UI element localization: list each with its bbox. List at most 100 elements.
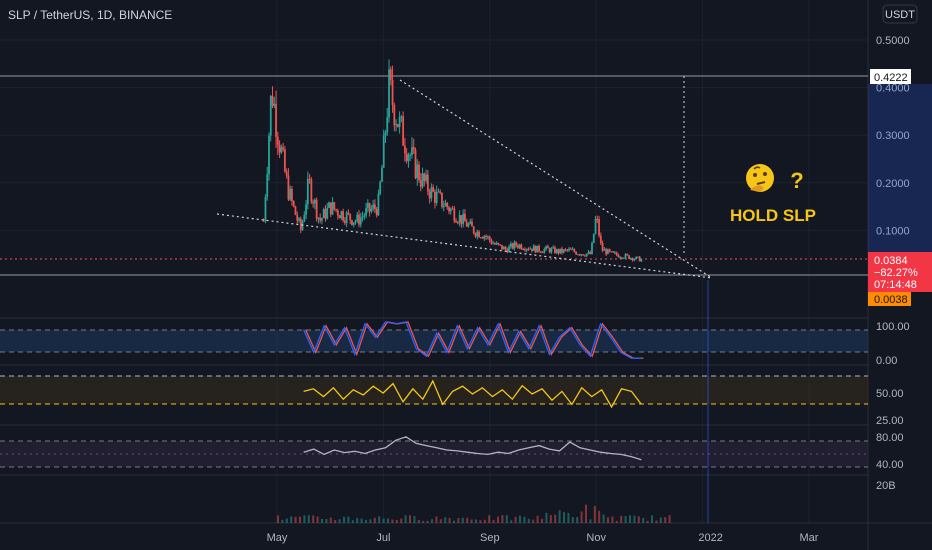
volume-bar: [624, 516, 627, 523]
candle-body: [336, 210, 339, 216]
annotation-text: HOLD SLP: [730, 206, 816, 225]
candle-body: [573, 249, 576, 252]
volume-bar: [488, 515, 491, 523]
time-tick-label: Nov: [586, 532, 606, 544]
candle-body: [264, 196, 267, 222]
candle-body: [310, 179, 313, 202]
lower-trendline[interactable]: [216, 213, 713, 279]
candle-body: [430, 187, 433, 199]
candle-body: [605, 249, 608, 255]
candle-body: [386, 117, 389, 133]
candle-body: [317, 217, 320, 219]
volume-bar: [391, 519, 394, 523]
volume-bar: [479, 520, 482, 523]
volume-bar: [373, 517, 376, 523]
candle-body: [437, 191, 440, 193]
candle-body: [278, 144, 281, 153]
candle-body: [412, 147, 415, 150]
candle-body: [610, 251, 613, 253]
candle-body: [497, 243, 500, 245]
candle-body: [518, 244, 521, 248]
candle-body: [395, 124, 397, 126]
candle-body: [405, 153, 408, 161]
volume-bar: [334, 520, 337, 523]
candle-body: [444, 202, 447, 207]
candle-body: [456, 222, 459, 224]
volume-bar: [637, 516, 640, 523]
candle-body: [619, 257, 622, 259]
candle-body: [529, 248, 532, 250]
candle-body: [269, 96, 272, 136]
volume-bar: [589, 519, 592, 523]
candle-body: [319, 217, 322, 221]
candle-body: [562, 249, 565, 253]
candle-body: [359, 217, 362, 225]
annotation[interactable]: ? HOLD SLP: [730, 164, 816, 225]
candle-body: [419, 180, 422, 187]
candle-body: [421, 173, 424, 187]
candle-body: [585, 253, 588, 257]
candle-body: [467, 223, 470, 227]
candle-body: [271, 96, 274, 106]
candle-body: [612, 251, 615, 253]
candle-body: [486, 236, 489, 238]
candle-body: [266, 174, 269, 197]
candle-body: [471, 221, 473, 227]
candle-body: [296, 214, 299, 221]
volume-bar: [457, 518, 460, 523]
candle-body: [282, 147, 285, 150]
candle-body: [416, 164, 419, 179]
candle-body: [409, 154, 412, 156]
volume-bar: [585, 504, 587, 523]
candle-body: [640, 259, 643, 262]
candle-body: [331, 202, 334, 215]
candle-body: [338, 215, 341, 219]
candle-body: [441, 192, 443, 207]
candle-body: [292, 201, 295, 207]
candle-body: [389, 69, 392, 80]
volume-bar: [523, 516, 526, 523]
upper-trendline[interactable]: [399, 79, 713, 279]
candle-body: [356, 214, 359, 222]
candle-body: [342, 211, 345, 221]
candle-body: [534, 245, 537, 253]
volume-bar: [387, 518, 389, 523]
currency-button[interactable]: USDT: [882, 4, 918, 24]
candle-body: [527, 248, 530, 250]
indicator-axis[interactable]: 100.00 0.00 50.00 25.00 80.00 40.00 20B: [876, 321, 910, 492]
volume-bar: [580, 511, 583, 523]
volume-bar: [492, 519, 495, 523]
candle-body: [608, 249, 611, 252]
volume-bar: [646, 520, 649, 523]
candle-body: [347, 212, 350, 214]
volume-bar: [365, 519, 367, 523]
time-axis[interactable]: May Jul Sep Nov 2022 Mar: [267, 532, 819, 544]
candle-body: [345, 212, 348, 224]
candle-body: [566, 249, 569, 251]
time-tick-label: Sep: [480, 532, 500, 544]
candle-body: [305, 204, 307, 215]
candle-body: [576, 254, 579, 256]
volume-bar: [475, 519, 477, 523]
candle-body: [335, 209, 337, 211]
candle-body: [388, 69, 390, 118]
volume-bar: [422, 520, 425, 523]
candle-body: [488, 236, 491, 241]
candle-body: [312, 201, 315, 204]
volume-bar: [541, 518, 543, 523]
time-tick-label: 2022: [698, 532, 722, 544]
volume-bar: [615, 520, 618, 523]
volume-bar: [299, 516, 301, 523]
symbol-title[interactable]: SLP / TetherUS, 1D, BINANCE: [8, 8, 172, 22]
volume-bar: [356, 517, 359, 523]
candle-body: [358, 214, 360, 225]
indicator-tick-label: 100.00: [876, 321, 910, 333]
candle-body: [400, 116, 403, 118]
candle-body: [538, 245, 540, 252]
osc-band: [0, 376, 868, 404]
candle-body: [483, 236, 486, 239]
candle-body: [351, 220, 353, 225]
volume-bar: [369, 519, 372, 523]
candle-body: [273, 103, 276, 106]
candle-body: [354, 221, 357, 223]
